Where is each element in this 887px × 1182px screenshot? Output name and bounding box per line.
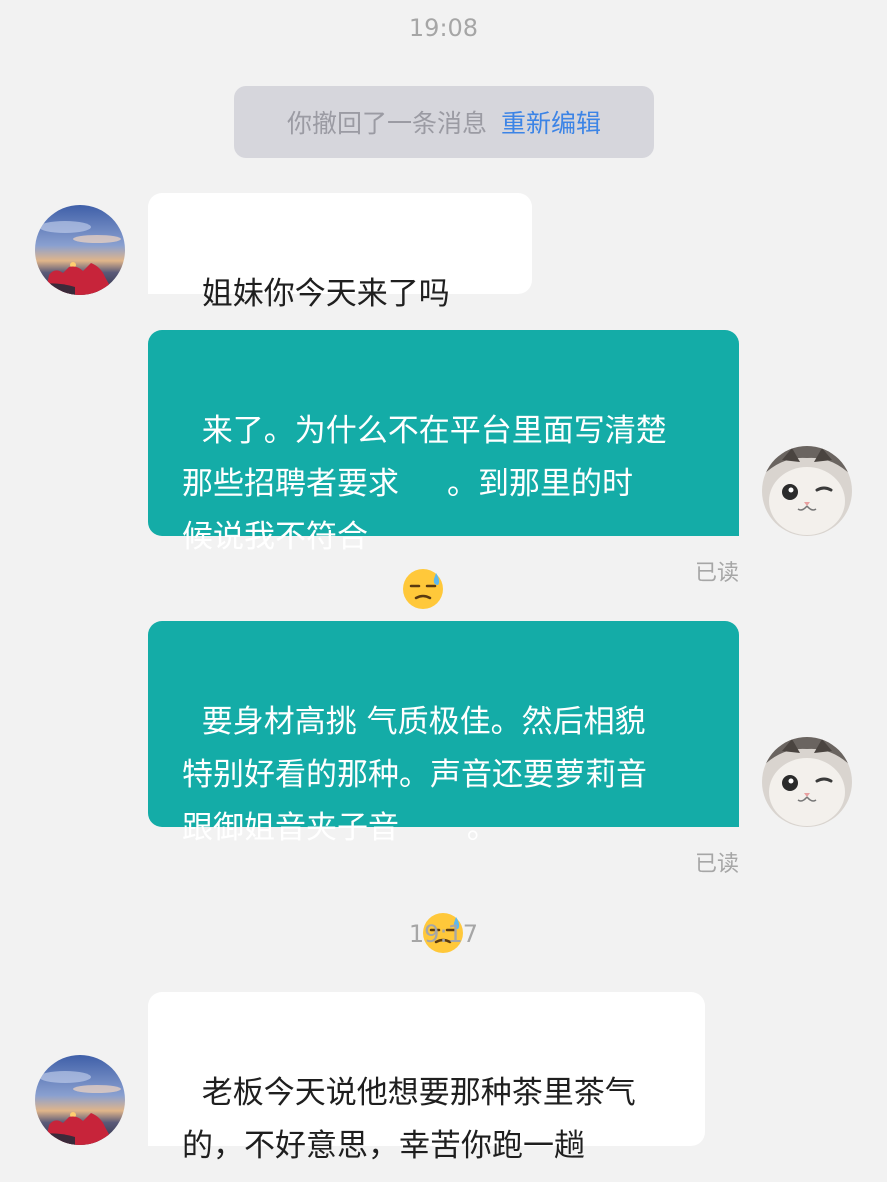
cat-avatar-image [762, 737, 852, 827]
sunset-avatar-image [35, 205, 125, 295]
sweat-emoji-icon [401, 461, 445, 609]
contact-avatar[interactable] [35, 205, 125, 295]
timestamp: 19:08 [408, 14, 479, 42]
recall-notice: 你撤回了一条消息 重新编辑 [234, 86, 654, 158]
message-bubble-incoming[interactable]: 姐妹你今天来了吗 [148, 193, 532, 419]
message-text: 姐妹你今天来了吗 [201, 276, 450, 312]
recall-notice-text: 你撤回了一条消息 [286, 109, 487, 138]
read-status: 已读 [694, 561, 739, 586]
sunset-avatar-image [35, 1055, 125, 1145]
message-bubble-outgoing[interactable]: 来了。为什么不在平台里面写清楚 那些招聘者要求 。到那里的时 候说我不符合 [148, 330, 739, 609]
my-avatar[interactable] [762, 737, 852, 827]
tears-of-joy-emoji-icon [452, 271, 496, 419]
contact-avatar[interactable] [35, 1055, 125, 1145]
message-text: 老板今天说他想要那种茶里茶气 的，不好意思，幸苦你跑一趟 [182, 1075, 636, 1164]
cat-avatar-image [762, 446, 852, 536]
sweat-emoji-icon [421, 805, 465, 953]
message-text: 要身材高挑 气质极佳。然后相貌 特别好看的那种。声音还要萝莉音 跟御姐音夹子音 [182, 704, 647, 846]
read-status: 已读 [694, 852, 739, 877]
message-bubble-outgoing[interactable]: 要身材高挑 气质极佳。然后相貌 特别好看的那种。声音还要萝莉音 跟御姐音夹子音 … [148, 621, 739, 953]
timestamp: 19:17 [408, 920, 479, 948]
my-avatar[interactable] [762, 446, 852, 536]
message-text: 。 [466, 810, 498, 846]
re-edit-link[interactable]: 重新编辑 [501, 104, 601, 140]
message-bubble-incoming[interactable]: 老板今天说他想要那种茶里茶气 的，不好意思，幸苦你跑一趟 [148, 992, 705, 1164]
